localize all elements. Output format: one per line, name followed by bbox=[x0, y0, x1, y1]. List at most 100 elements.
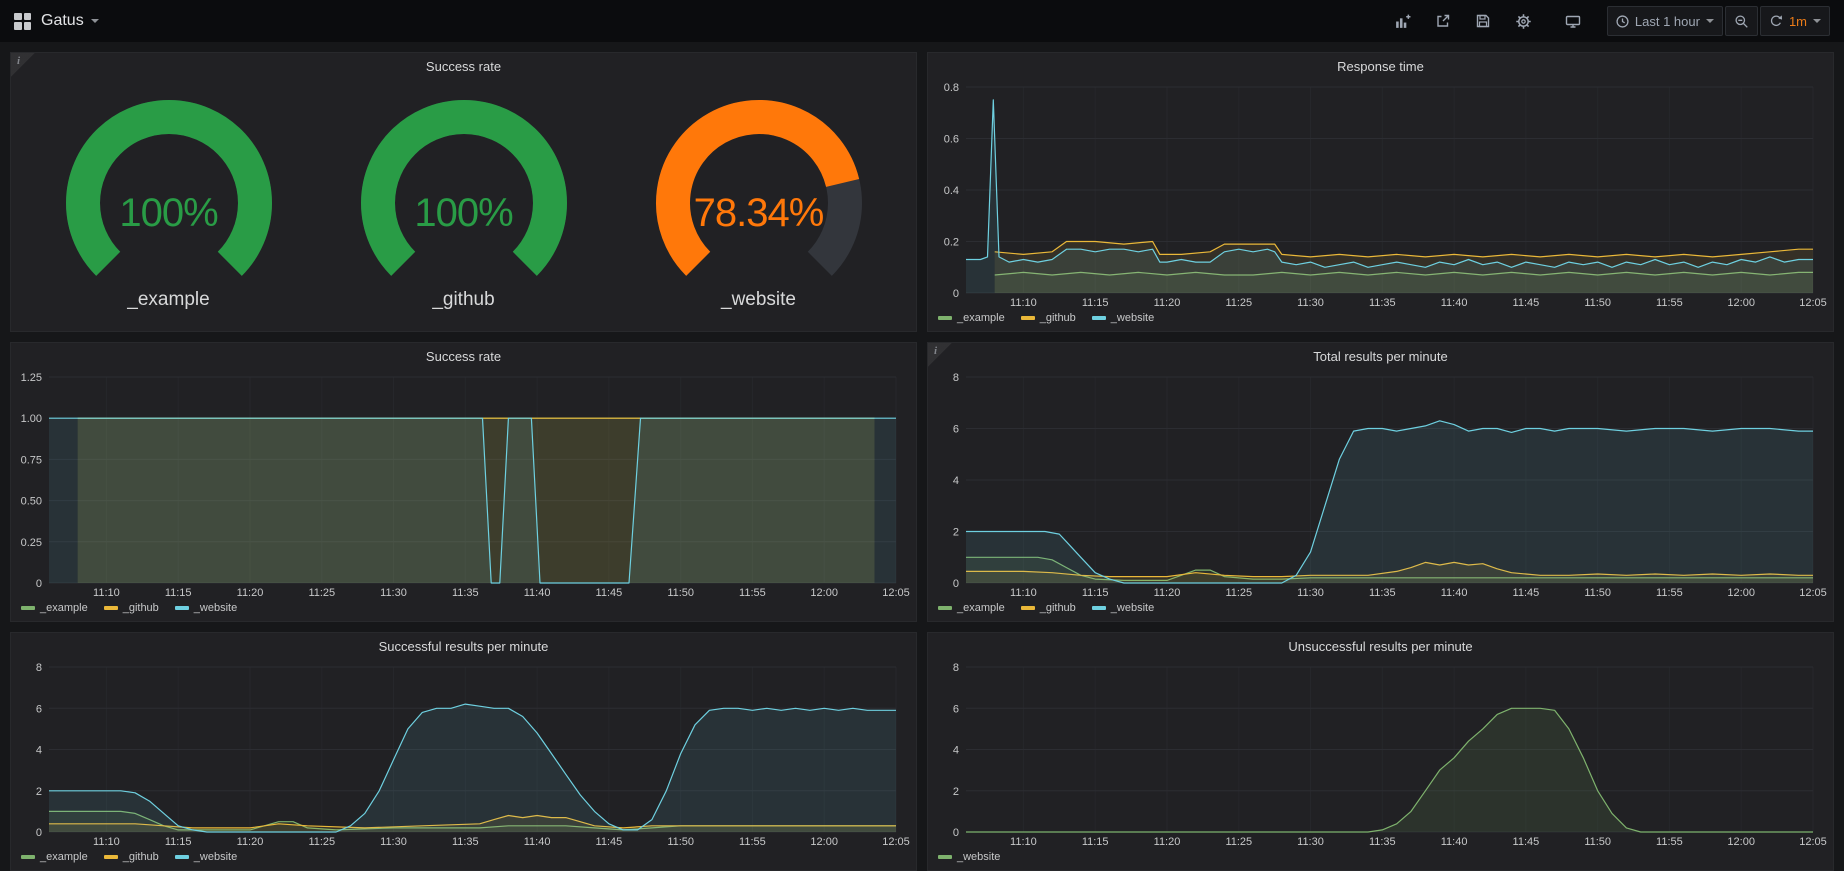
svg-text:11:25: 11:25 bbox=[1225, 587, 1252, 599]
clock-icon bbox=[1616, 15, 1629, 28]
svg-text:11:30: 11:30 bbox=[380, 587, 407, 599]
successful-results-chart[interactable]: 11:1011:1511:2011:2511:3011:3511:4011:45… bbox=[11, 659, 916, 848]
panel-info-icon[interactable]: i bbox=[11, 53, 35, 77]
svg-text:11:30: 11:30 bbox=[1297, 836, 1324, 848]
svg-text:11:25: 11:25 bbox=[1225, 836, 1252, 848]
legend-swatch bbox=[104, 606, 118, 610]
svg-text:11:40: 11:40 bbox=[1441, 587, 1468, 599]
legend-item-_example[interactable]: _example bbox=[938, 312, 1005, 324]
zoom-out-button[interactable] bbox=[1725, 6, 1758, 36]
legend-label: _github bbox=[123, 602, 159, 614]
svg-text:2: 2 bbox=[36, 786, 42, 798]
panel-title[interactable]: Success rate bbox=[11, 53, 916, 79]
svg-text:0: 0 bbox=[953, 827, 959, 839]
svg-text:2: 2 bbox=[953, 527, 959, 539]
svg-text:11:35: 11:35 bbox=[1369, 836, 1396, 848]
legend-item-_example[interactable]: _example bbox=[21, 851, 88, 863]
svg-text:11:55: 11:55 bbox=[1656, 297, 1683, 309]
legend-item-_github[interactable]: _github bbox=[104, 602, 159, 614]
svg-text:12:05: 12:05 bbox=[882, 587, 910, 599]
gauge-value: 100% bbox=[39, 191, 299, 236]
legend-item-_website[interactable]: _website bbox=[175, 851, 237, 863]
svg-text:11:55: 11:55 bbox=[739, 587, 766, 599]
legend-label: _github bbox=[1040, 602, 1076, 614]
settings-icon bbox=[1515, 13, 1532, 30]
total-results-chart[interactable]: 11:1011:1511:2011:2511:3011:3511:4011:45… bbox=[928, 369, 1833, 599]
panel-info-icon[interactable]: i bbox=[928, 343, 952, 367]
svg-text:11:40: 11:40 bbox=[1441, 297, 1468, 309]
chart-legend: _example _github _website bbox=[11, 599, 916, 621]
legend-swatch bbox=[938, 606, 952, 610]
add-panel-button[interactable] bbox=[1385, 6, 1420, 36]
svg-text:11:20: 11:20 bbox=[237, 587, 264, 599]
panel-title[interactable]: Unsuccessful results per minute bbox=[928, 633, 1833, 659]
tv-mode-button[interactable] bbox=[1555, 6, 1591, 36]
panel-title[interactable]: Successful results per minute bbox=[11, 633, 916, 659]
legend-item-_github[interactable]: _github bbox=[1021, 312, 1076, 324]
time-range-label: Last 1 hour bbox=[1635, 14, 1700, 29]
svg-text:11:50: 11:50 bbox=[667, 836, 694, 848]
series-_website bbox=[49, 704, 896, 832]
legend-swatch bbox=[175, 855, 189, 859]
apps-grid-icon[interactable] bbox=[14, 13, 31, 30]
legend-item-_github[interactable]: _github bbox=[1021, 602, 1076, 614]
legend-swatch bbox=[938, 855, 952, 859]
legend-item-_website[interactable]: _website bbox=[175, 602, 237, 614]
svg-text:11:10: 11:10 bbox=[93, 587, 120, 599]
series-_website bbox=[966, 421, 1813, 583]
gauge-github: 100% _github bbox=[334, 99, 594, 311]
caret-down-icon bbox=[91, 19, 99, 23]
dashboard-title-button[interactable]: Gatus bbox=[41, 12, 99, 30]
unsuccessful-results-chart[interactable]: 11:1011:1511:2011:2511:3011:3511:4011:45… bbox=[928, 659, 1833, 848]
save-button[interactable] bbox=[1466, 6, 1500, 36]
gauge-value: 78.34% bbox=[629, 191, 889, 236]
panel-title[interactable]: Response time bbox=[928, 53, 1833, 79]
zoom-out-icon bbox=[1734, 14, 1749, 29]
svg-text:11:45: 11:45 bbox=[596, 836, 623, 848]
svg-text:11:45: 11:45 bbox=[596, 587, 623, 599]
svg-text:4: 4 bbox=[953, 475, 959, 487]
panel-title[interactable]: Total results per minute bbox=[928, 343, 1833, 369]
svg-text:0: 0 bbox=[953, 288, 959, 300]
legend-item-_example[interactable]: _example bbox=[938, 602, 1005, 614]
svg-text:0.25: 0.25 bbox=[21, 537, 42, 549]
refresh-button[interactable]: 1m bbox=[1760, 6, 1830, 36]
svg-text:11:10: 11:10 bbox=[1010, 836, 1037, 848]
response-time-chart[interactable]: 11:1011:1511:2011:2511:3011:3511:4011:45… bbox=[928, 79, 1833, 309]
svg-text:11:45: 11:45 bbox=[1513, 297, 1540, 309]
settings-button[interactable] bbox=[1506, 6, 1541, 36]
legend-item-_website[interactable]: _website bbox=[1092, 312, 1154, 324]
refresh-icon bbox=[1769, 14, 1783, 28]
panel-response-time: Response time 11:1011:1511:2011:2511:301… bbox=[927, 52, 1834, 332]
svg-text:11:20: 11:20 bbox=[237, 836, 264, 848]
legend-swatch bbox=[1092, 316, 1106, 320]
svg-text:12:05: 12:05 bbox=[1799, 297, 1827, 309]
svg-text:2: 2 bbox=[953, 786, 959, 798]
svg-text:1.00: 1.00 bbox=[21, 413, 42, 425]
svg-text:8: 8 bbox=[953, 372, 959, 384]
legend-item-_website[interactable]: _website bbox=[938, 851, 1000, 863]
svg-text:12:00: 12:00 bbox=[810, 587, 838, 599]
time-range-button[interactable]: Last 1 hour bbox=[1607, 6, 1723, 36]
svg-text:8: 8 bbox=[953, 662, 959, 674]
chart-legend: _website bbox=[928, 848, 1833, 870]
legend-item-_example[interactable]: _example bbox=[21, 602, 88, 614]
svg-text:0.2: 0.2 bbox=[944, 237, 959, 249]
svg-text:11:30: 11:30 bbox=[380, 836, 407, 848]
legend-swatch bbox=[1092, 606, 1106, 610]
svg-text:12:05: 12:05 bbox=[1799, 587, 1827, 599]
legend-swatch bbox=[21, 606, 35, 610]
svg-text:0.50: 0.50 bbox=[21, 496, 42, 508]
success-rate-chart[interactable]: 11:1011:1511:2011:2511:3011:3511:4011:45… bbox=[11, 369, 916, 599]
chart-legend: _example _github _website bbox=[11, 848, 916, 870]
panel-title[interactable]: Success rate bbox=[11, 343, 916, 369]
legend-label: _website bbox=[1111, 602, 1154, 614]
tv-mode-icon bbox=[1564, 13, 1582, 29]
refresh-interval-label: 1m bbox=[1789, 14, 1807, 29]
legend-label: _example bbox=[40, 602, 88, 614]
svg-text:6: 6 bbox=[953, 424, 959, 436]
caret-down-icon bbox=[1706, 19, 1714, 23]
legend-item-_github[interactable]: _github bbox=[104, 851, 159, 863]
legend-item-_website[interactable]: _website bbox=[1092, 602, 1154, 614]
share-button[interactable] bbox=[1426, 6, 1460, 36]
